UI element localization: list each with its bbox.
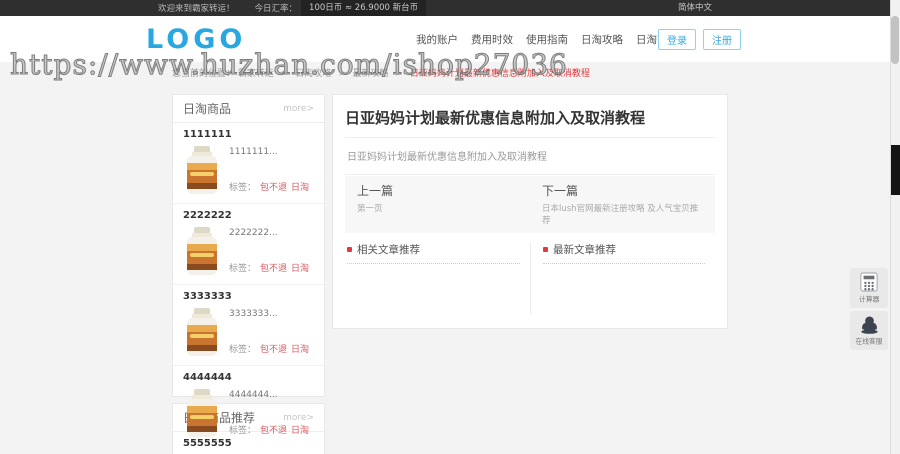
header: LOGO 我的账户 费用时效 使用指南 日淘攻略 日淘商品 登录 注册: [0, 16, 900, 62]
breadcrumb-section[interactable]: 日淘攻略: [295, 69, 331, 79]
prev-next-nav: 上一篇 第一页 下一篇 日本lush官网最新注册攻略 及人气宝贝推荐: [345, 176, 715, 233]
product-tags: 标签： 包不退 日淘: [229, 180, 314, 193]
tag[interactable]: 日淘: [291, 426, 309, 436]
product-tags: 标签： 包不退 日淘: [229, 261, 314, 274]
welcome-text: 欢迎来到霸家转运！: [158, 4, 235, 14]
tag-label: 标签：: [229, 264, 257, 274]
article-panel: 日亚妈妈计划最新优惠信息附加入及取消教程 日亚妈妈计划最新优惠信息附加入及取消教…: [332, 94, 728, 329]
bullet-icon: [347, 247, 352, 252]
qq-penguin-icon: [860, 316, 878, 334]
floating-toolbar: 计算器 在线客服: [850, 268, 888, 353]
related-sections: 相关文章推荐 最新文章推荐: [345, 242, 715, 314]
exchange-rate-label: 今日汇率：: [254, 4, 298, 14]
product-list-item[interactable]: 3333333 3333333... 标签： 包不退 日淘: [173, 285, 324, 366]
product-list-item[interactable]: 2222222 2222222... 标签： 包不退 日淘: [173, 204, 324, 285]
product-list-item[interactable]: 1111111 1111111... 标签： 包不退 日淘: [173, 123, 324, 204]
customer-service-label: 在线客服: [855, 337, 883, 346]
latest-articles-column: 最新文章推荐: [530, 242, 715, 314]
article-title: 日亚妈妈计划最新优惠信息附加入及取消教程: [345, 107, 715, 138]
nav-item-fees[interactable]: 费用时效: [471, 32, 513, 47]
breadcrumb: 您当前的位置： 霸家转运 > 日淘攻略 > 最新攻略 > 日亚妈妈计划最新优惠信…: [172, 66, 590, 79]
tag-label: 标签：: [229, 426, 257, 436]
product-desc[interactable]: 2222222...: [229, 228, 314, 238]
product-bottle-image: [187, 227, 217, 275]
product-desc[interactable]: 3333333...: [229, 309, 314, 319]
language-switcher[interactable]: 简体中文: [678, 0, 712, 16]
sidebar-panel-products: 日淘商品 more> 1111111 1111111... 标签： 包不退 日淘…: [172, 94, 325, 437]
nav-item-strategy[interactable]: 日淘攻略: [581, 32, 623, 47]
breadcrumb-separator: >: [280, 69, 289, 79]
calculator-label: 计算器: [858, 295, 880, 304]
product-title[interactable]: 3333333: [183, 291, 314, 302]
breadcrumb-separator: >: [338, 69, 346, 79]
product-tags: 标签： 包不退 日淘: [229, 342, 314, 355]
latest-articles-header: 最新文章推荐: [543, 242, 705, 264]
product-desc[interactable]: 4444444...: [229, 390, 314, 400]
prev-article-link[interactable]: 第一页: [357, 202, 518, 214]
calculator-icon: [860, 272, 878, 292]
scrollbar[interactable]: [890, 0, 900, 454]
sidebar: 日淘商品 more> 1111111 1111111... 标签： 包不退 日淘…: [172, 94, 325, 454]
tag[interactable]: 日淘: [291, 345, 309, 355]
product-bottle-image: [187, 308, 217, 356]
site-logo[interactable]: LOGO: [146, 24, 246, 55]
bullet-icon: [543, 247, 548, 252]
nav-item-guide[interactable]: 使用指南: [526, 32, 568, 47]
prev-article[interactable]: 上一篇 第一页: [345, 176, 530, 233]
topbar-left: 欢迎来到霸家转运！ 今日汇率： 100日币 ≈ 26.9000 新台币: [158, 0, 427, 16]
tag[interactable]: 日淘: [291, 264, 309, 274]
breadcrumb-separator: >: [395, 69, 403, 79]
product-desc[interactable]: 1111111...: [229, 147, 314, 157]
article-body: 日亚妈妈计划最新优惠信息附加入及取消教程: [345, 138, 715, 175]
breadcrumb-prefix: 您当前的位置：: [172, 69, 236, 79]
customer-service-widget[interactable]: 在线客服: [850, 311, 888, 350]
tag[interactable]: 日淘: [291, 183, 309, 193]
tag[interactable]: 包不退: [260, 426, 287, 436]
tag[interactable]: 包不退: [260, 183, 287, 193]
latest-articles-title: 最新文章推荐: [553, 244, 616, 256]
product-bottle-image: [187, 146, 217, 194]
page: 欢迎来到霸家转运！ 今日汇率： 100日币 ≈ 26.9000 新台币 简体中文…: [0, 0, 900, 454]
related-articles-column: 相关文章推荐: [345, 242, 530, 314]
content: 日淘商品 more> 1111111 1111111... 标签： 包不退 日淘…: [172, 94, 728, 454]
login-button[interactable]: 登录: [658, 28, 696, 50]
calculator-widget[interactable]: 计算器: [850, 268, 888, 308]
product-title[interactable]: 2222222: [183, 210, 314, 221]
feedback-side-tab[interactable]: [891, 145, 900, 195]
exchange-rate-value: 100日币 ≈ 26.9000 新台币: [301, 0, 427, 16]
main-nav: 我的账户 费用时效 使用指南 日淘攻略 日淘商品: [416, 16, 678, 62]
product-list-item[interactable]: 4444444 4444444... 标签： 包不退 日淘: [173, 366, 324, 446]
prev-label: 上一篇: [357, 184, 394, 198]
product-title[interactable]: 1111111: [183, 129, 314, 140]
nav-item-my-account[interactable]: 我的账户: [416, 32, 458, 47]
more-link[interactable]: more>: [283, 104, 314, 114]
product-bottle-image: [187, 389, 217, 437]
tag[interactable]: 包不退: [260, 264, 287, 274]
tag-label: 标签：: [229, 183, 257, 193]
register-button[interactable]: 注册: [703, 28, 741, 50]
breadcrumb-subsection[interactable]: 最新攻略: [353, 69, 389, 79]
product-tags: 标签： 包不退 日淘: [229, 423, 314, 436]
product-title[interactable]: 4444444: [183, 372, 314, 383]
next-article[interactable]: 下一篇 日本lush官网最新注册攻略 及人气宝贝推荐: [530, 176, 715, 233]
tag[interactable]: 包不退: [260, 345, 287, 355]
related-articles-title: 相关文章推荐: [357, 244, 420, 256]
topbar: 欢迎来到霸家转运！ 今日汇率： 100日币 ≈ 26.9000 新台币 简体中文: [0, 0, 900, 16]
related-articles-header: 相关文章推荐: [347, 242, 520, 264]
next-label: 下一篇: [542, 184, 579, 198]
tag-label: 标签：: [229, 345, 257, 355]
scrollbar-thumb[interactable]: [891, 16, 899, 64]
panel-header: 日淘商品 more>: [173, 95, 324, 123]
next-article-link[interactable]: 日本lush官网最新注册攻略 及人气宝贝推荐: [542, 202, 703, 226]
breadcrumb-current: 日亚妈妈计划最新优惠信息附加入及取消教程: [409, 69, 590, 79]
panel-title: 日淘商品: [183, 102, 232, 116]
auth-buttons: 登录 注册: [658, 16, 741, 62]
breadcrumb-home[interactable]: 霸家转运: [238, 69, 274, 79]
